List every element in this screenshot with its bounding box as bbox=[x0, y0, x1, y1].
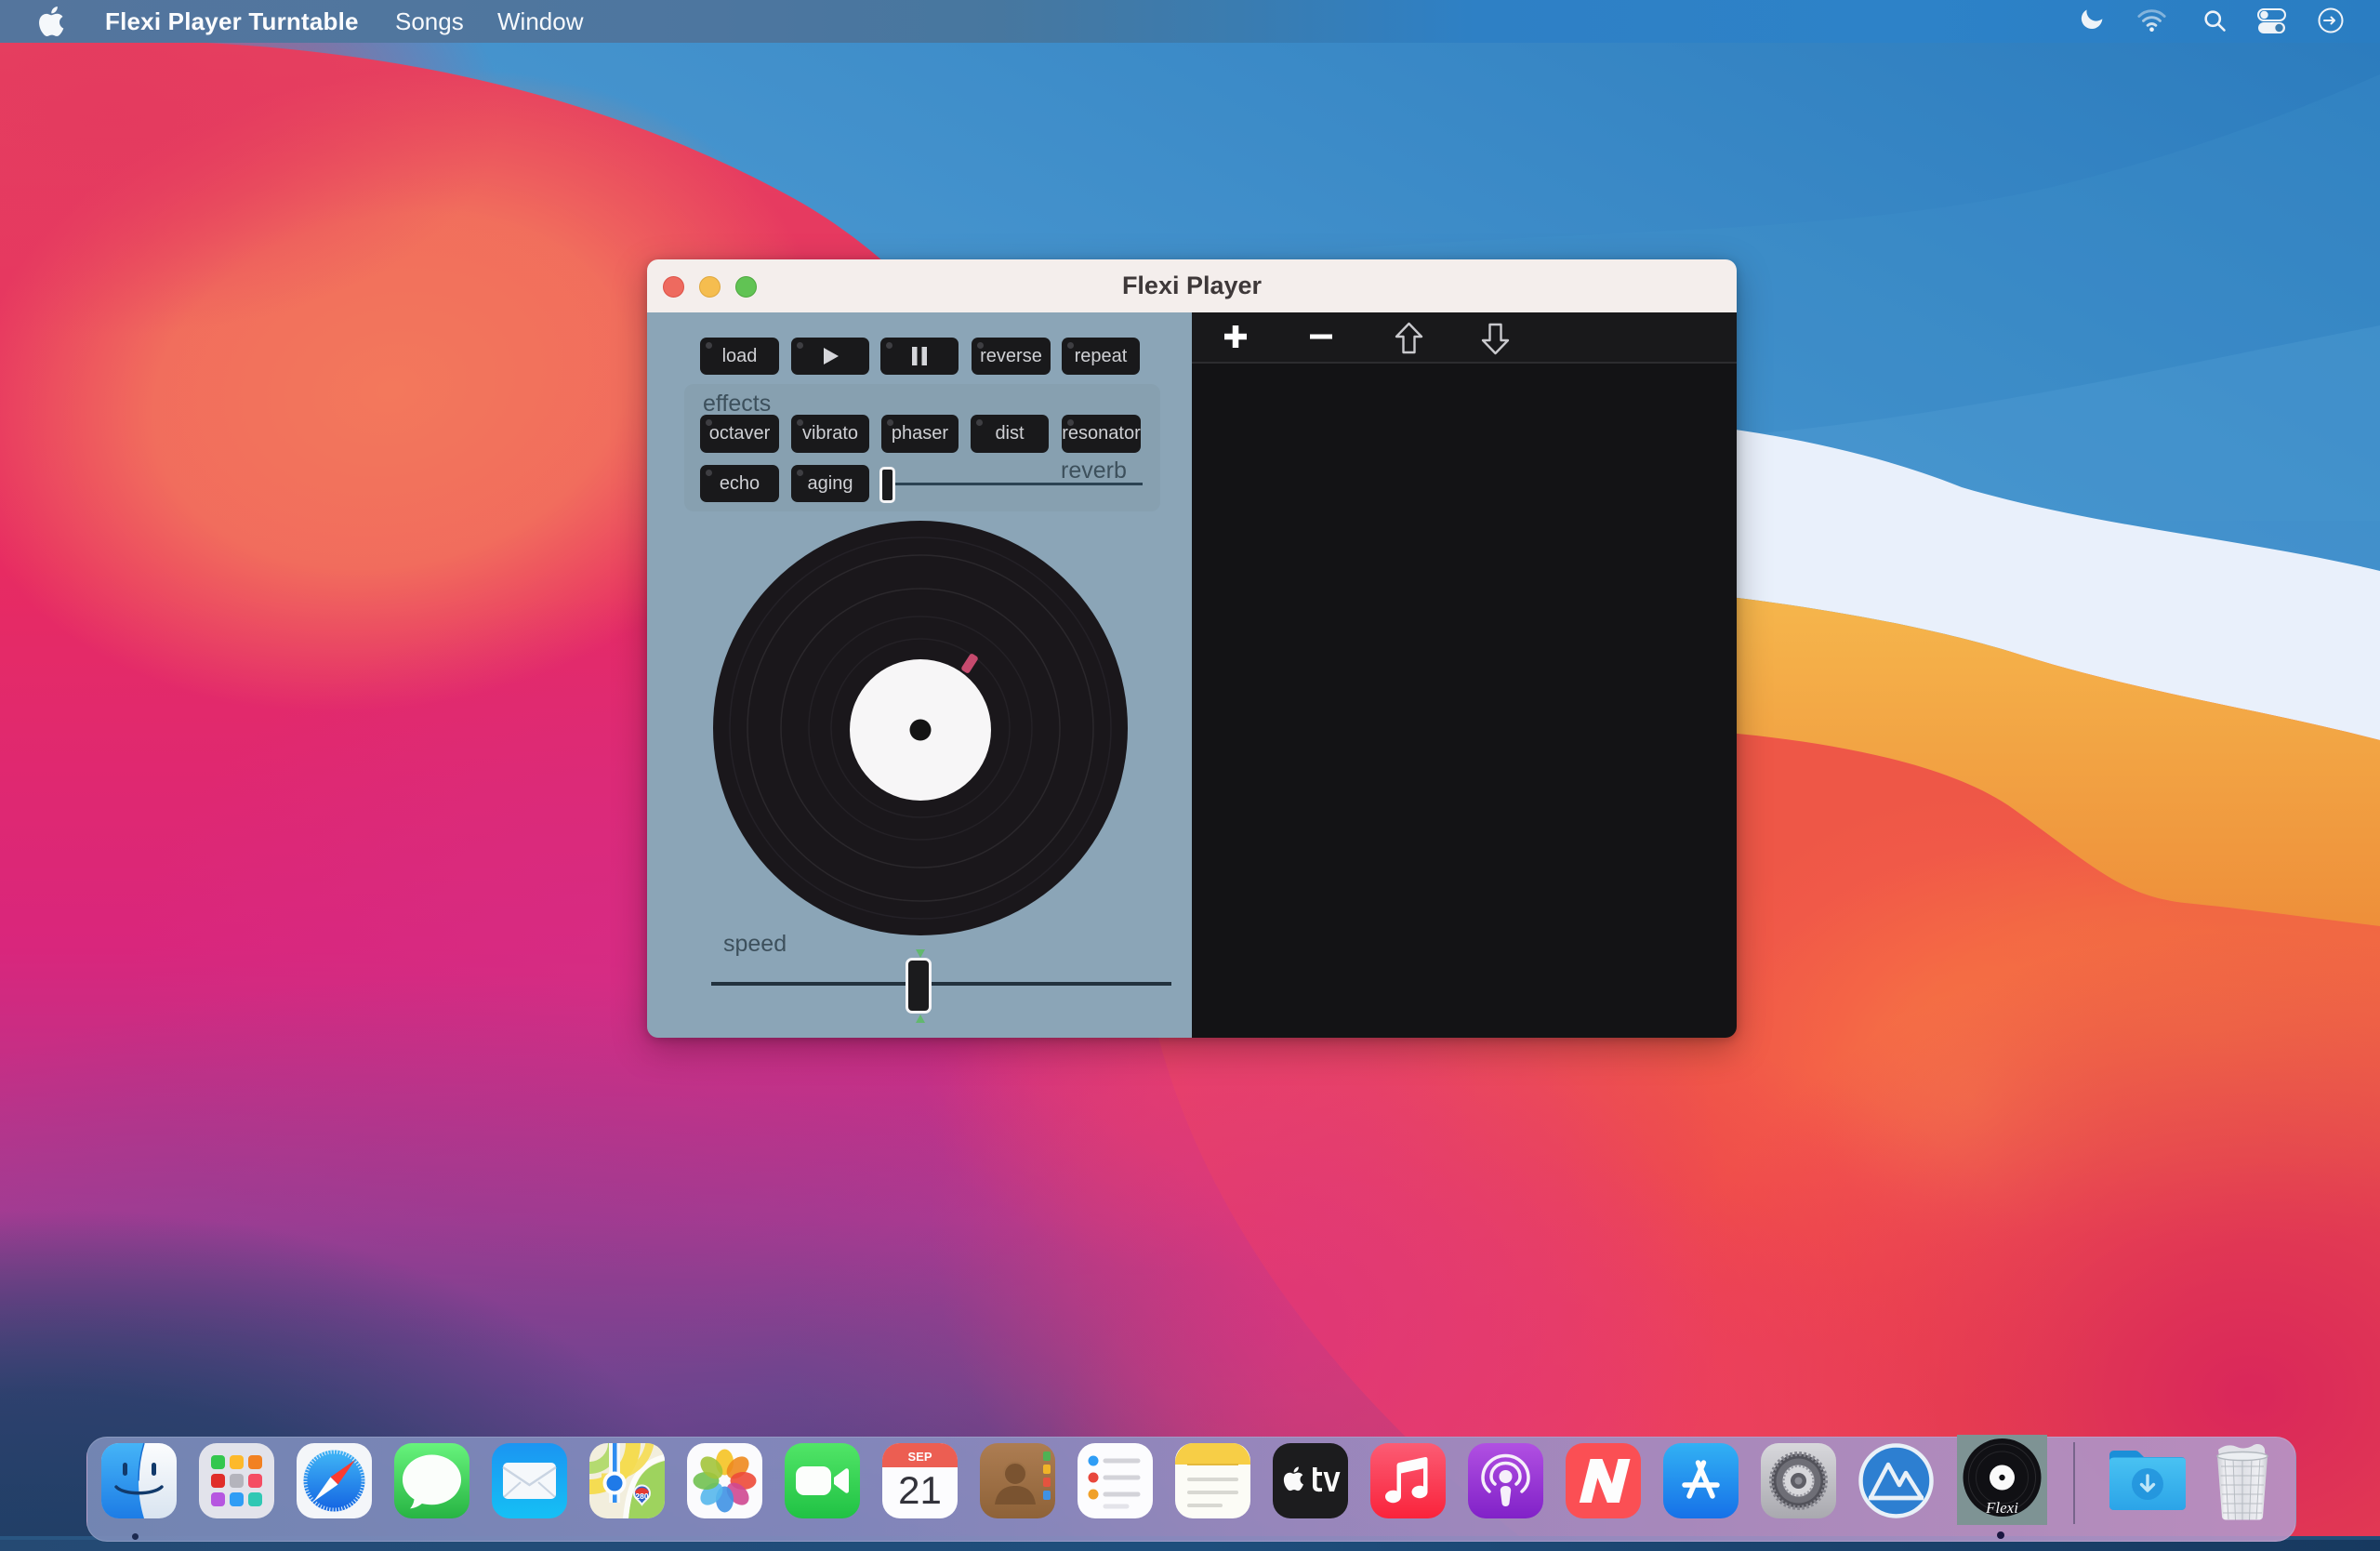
svg-text:21: 21 bbox=[898, 1468, 942, 1512]
svg-text:280: 280 bbox=[635, 1491, 648, 1501]
svg-text:Flexi: Flexi bbox=[1985, 1499, 2018, 1517]
svg-text:SEP: SEP bbox=[907, 1450, 932, 1464]
